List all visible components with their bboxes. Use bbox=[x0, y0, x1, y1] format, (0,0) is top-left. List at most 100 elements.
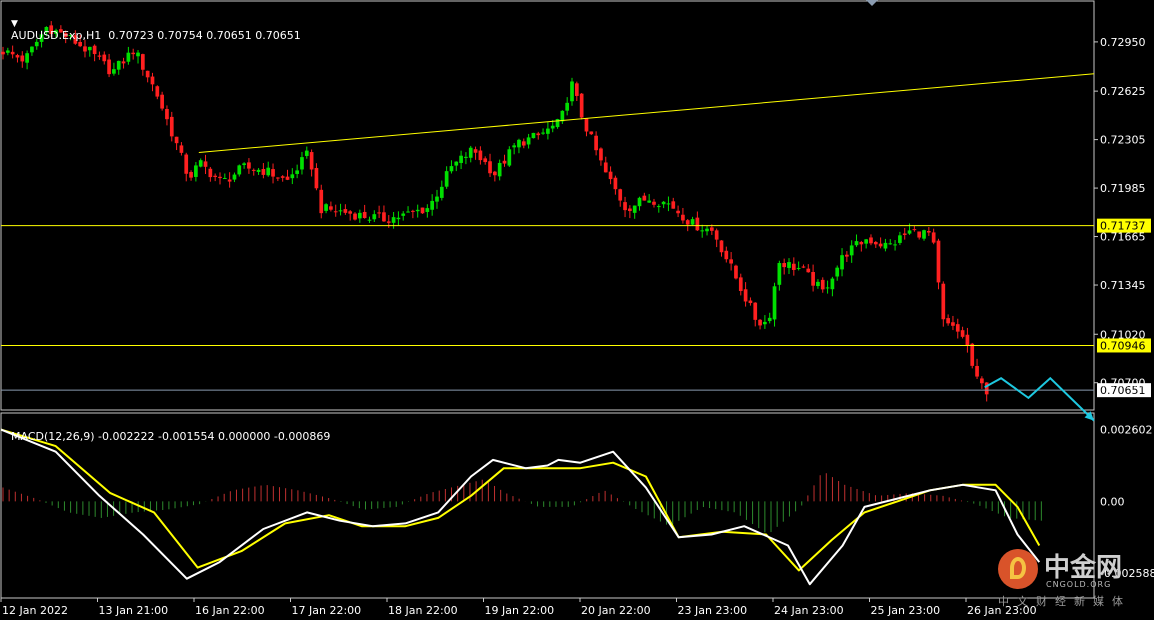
candle-body bbox=[570, 81, 574, 102]
candle-body bbox=[656, 206, 661, 208]
candle-body bbox=[92, 45, 97, 55]
candle-body bbox=[719, 240, 724, 253]
time-axis-label: 20 Jan 22:00 bbox=[581, 604, 651, 617]
candle-body bbox=[917, 231, 922, 238]
candle-body bbox=[902, 233, 907, 235]
candle-body bbox=[497, 162, 502, 177]
macd-header-text: MACD(12,26,9) -0.002222 -0.001554 0.0000… bbox=[11, 430, 331, 443]
candle-body bbox=[840, 255, 844, 270]
candle-body bbox=[709, 227, 714, 231]
candle-body bbox=[512, 145, 516, 148]
candle-body bbox=[290, 174, 295, 179]
candle-body bbox=[946, 318, 950, 324]
candle-body bbox=[816, 281, 820, 287]
candle-body bbox=[574, 83, 579, 96]
candle-body bbox=[165, 109, 169, 120]
candle-body bbox=[628, 208, 632, 212]
candle-body bbox=[738, 277, 743, 291]
candle-body bbox=[613, 177, 618, 190]
time-axis-label: 13 Jan 21:00 bbox=[99, 604, 169, 617]
candle-body bbox=[883, 242, 888, 249]
candle-body bbox=[758, 319, 762, 326]
candle-body bbox=[955, 324, 960, 332]
candle-body bbox=[97, 55, 102, 57]
candle-body bbox=[444, 171, 449, 187]
candle-body bbox=[878, 243, 883, 247]
time-axis-label: 23 Jan 23:00 bbox=[678, 604, 748, 617]
candle-body bbox=[184, 154, 189, 174]
candle-body bbox=[459, 155, 463, 163]
candle-body bbox=[140, 54, 145, 70]
symbol-header[interactable]: ▼ AUDUSD.Exp,H1 0.70723 0.70754 0.70651 … bbox=[4, 3, 301, 42]
candle-body bbox=[415, 209, 420, 212]
candle-body bbox=[406, 211, 410, 213]
candle-body bbox=[767, 317, 772, 322]
watermark: 中金网 CNGOLD.ORG 中文财经新媒体 bbox=[998, 545, 1148, 610]
candle-body bbox=[285, 176, 290, 180]
candle-body bbox=[155, 86, 160, 97]
chart-canvas[interactable]: 0.717370.709460.706510.729500.726250.723… bbox=[0, 0, 1154, 620]
candle-body bbox=[102, 54, 107, 62]
candle-body bbox=[464, 156, 468, 158]
candle-body bbox=[811, 271, 815, 286]
watermark-sub: 中文财经新媒体 bbox=[998, 595, 1131, 608]
candle-body bbox=[984, 382, 989, 395]
candle-body bbox=[579, 93, 584, 118]
candle-body bbox=[247, 162, 251, 169]
candle-body bbox=[189, 172, 193, 178]
candle-body bbox=[820, 279, 825, 290]
candle-body bbox=[796, 267, 801, 269]
price-axis-label: 0.70700 bbox=[1100, 377, 1146, 390]
candle-body bbox=[435, 196, 439, 202]
candle-body bbox=[150, 76, 155, 85]
candle-body bbox=[396, 217, 401, 220]
price-axis-label: 0.71665 bbox=[1100, 231, 1146, 244]
watermark-domain: CNGOLD.ORG bbox=[1046, 580, 1112, 589]
candle-body bbox=[198, 160, 203, 167]
candle-body bbox=[666, 203, 671, 205]
candle-body bbox=[550, 125, 555, 129]
candle-body bbox=[763, 321, 767, 325]
candle-body bbox=[112, 69, 116, 74]
candle-body bbox=[34, 41, 39, 47]
candle-body bbox=[357, 212, 362, 219]
time-axis-label: 17 Jan 22:00 bbox=[292, 604, 362, 617]
candle-body bbox=[468, 147, 473, 158]
candle-body bbox=[777, 263, 782, 285]
time-axis-label: 16 Jan 22:00 bbox=[195, 604, 265, 617]
candle-body bbox=[926, 231, 931, 233]
candle-body bbox=[782, 263, 787, 268]
candle-body bbox=[266, 167, 271, 176]
candle-body bbox=[854, 241, 859, 246]
candle-body bbox=[748, 300, 753, 304]
candle-body bbox=[300, 157, 304, 170]
candle-body bbox=[555, 119, 560, 128]
candle-body bbox=[521, 141, 526, 146]
candle-body bbox=[825, 287, 830, 289]
candle-body bbox=[965, 334, 970, 346]
candle-body bbox=[420, 207, 425, 214]
candle-body bbox=[169, 116, 174, 137]
candle-body bbox=[565, 102, 570, 111]
candle-body bbox=[922, 230, 926, 239]
time-axis-label: 19 Jan 22:00 bbox=[485, 604, 555, 617]
candle-body bbox=[941, 283, 946, 320]
candle-body bbox=[324, 204, 328, 211]
candle-body bbox=[705, 228, 709, 232]
candle-body bbox=[632, 205, 637, 213]
candle-body bbox=[174, 136, 179, 144]
dropdown-triangle-icon[interactable]: ▼ bbox=[11, 19, 18, 29]
candle-body bbox=[194, 165, 198, 177]
candle-body bbox=[589, 131, 594, 135]
candle-body bbox=[502, 160, 507, 164]
candle-body bbox=[338, 210, 343, 212]
candle-body bbox=[912, 229, 917, 231]
candle-body bbox=[700, 230, 705, 232]
candle-body bbox=[203, 161, 208, 167]
candle-body bbox=[681, 214, 685, 221]
candle-body bbox=[724, 250, 729, 260]
candle-body bbox=[213, 175, 218, 178]
candle-body bbox=[10, 51, 15, 55]
candle-body bbox=[473, 149, 478, 153]
candle-body bbox=[425, 208, 430, 212]
